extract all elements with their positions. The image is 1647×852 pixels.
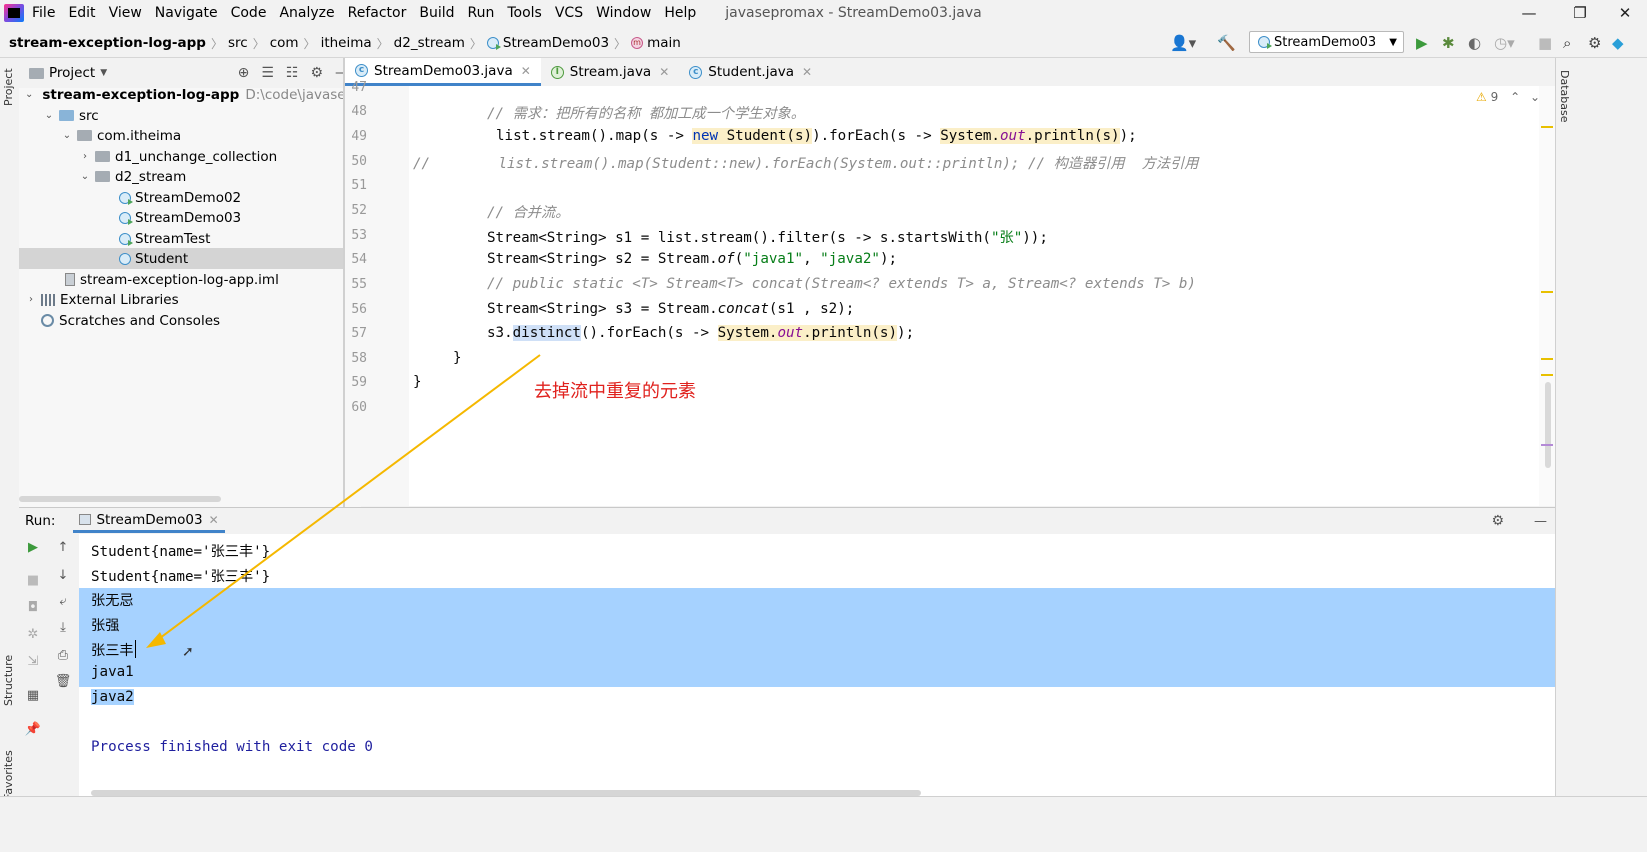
annotation-arrow xyxy=(146,354,541,648)
